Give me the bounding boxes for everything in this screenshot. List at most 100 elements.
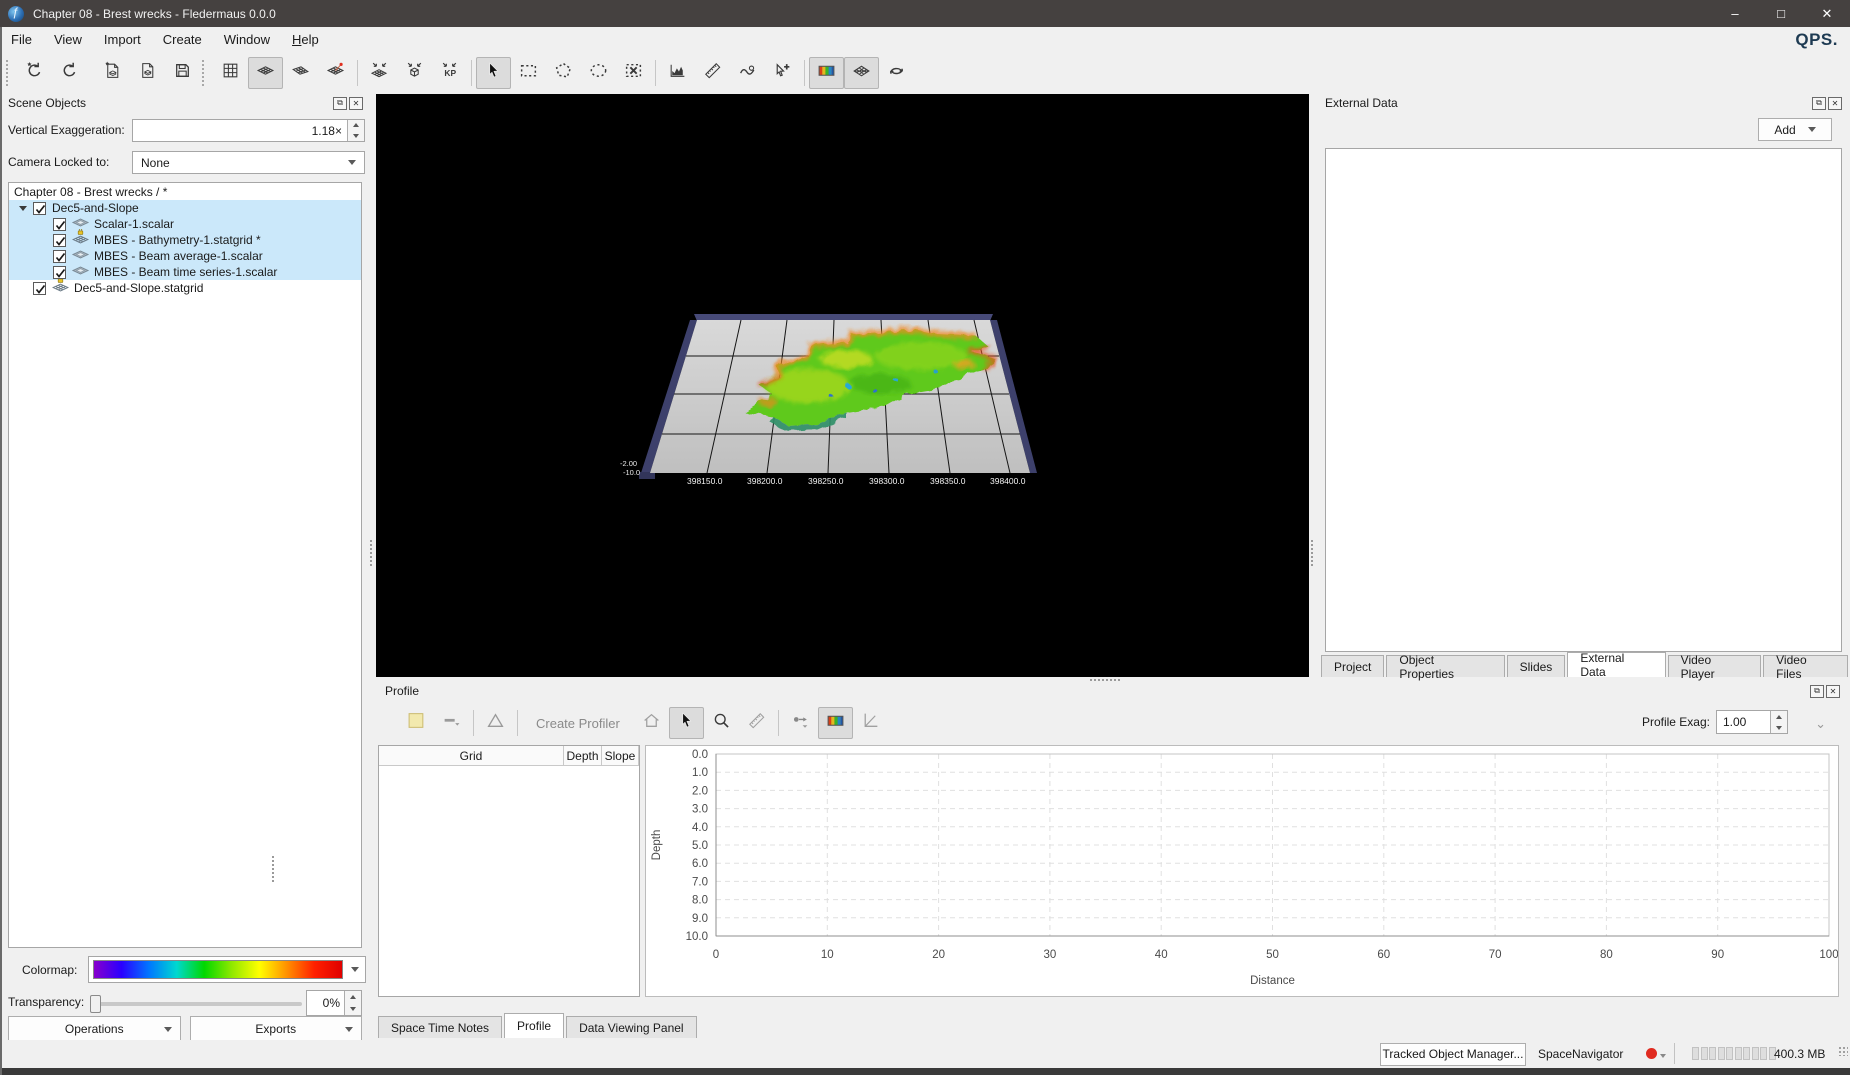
menu-create[interactable]: Create — [152, 29, 213, 50]
tab-object-properties[interactable]: Object Properties — [1386, 655, 1504, 677]
close-panel-icon[interactable]: ✕ — [1826, 685, 1840, 698]
add-button[interactable]: Add — [1758, 118, 1832, 141]
import-object-star-button[interactable] — [95, 57, 130, 89]
close-panel-icon[interactable]: ✕ — [349, 97, 363, 110]
transparency-slider[interactable] — [90, 1002, 302, 1006]
menu-help[interactable]: Help — [281, 29, 330, 50]
profile-measure-button[interactable] — [739, 707, 774, 739]
colormap-button[interactable] — [809, 57, 844, 89]
minimize-button[interactable]: – — [1712, 0, 1758, 27]
expander-icon[interactable] — [19, 206, 27, 211]
vertical-exaggeration-spinner[interactable] — [347, 120, 364, 141]
operations-button[interactable]: Operations — [8, 1016, 181, 1041]
resize-grip[interactable] — [1838, 1046, 1848, 1056]
tab-video-player[interactable]: Video Player — [1668, 655, 1761, 677]
select-rect-button[interactable] — [511, 57, 546, 89]
tab-video-files[interactable]: Video Files — [1763, 655, 1848, 677]
float-panel-icon[interactable]: ⧉ — [1812, 97, 1826, 110]
menu-import[interactable]: Import — [93, 29, 152, 50]
select-polygon-button[interactable] — [546, 57, 581, 89]
visibility-checkbox[interactable] — [53, 234, 66, 247]
new-scene-button[interactable] — [17, 57, 52, 89]
maximize-button[interactable]: □ — [1758, 0, 1804, 27]
menu-file[interactable]: File — [0, 29, 43, 50]
visibility-checkbox[interactable] — [53, 250, 66, 263]
profile-home-button[interactable] — [634, 707, 669, 739]
toolbar-grip[interactable] — [202, 60, 209, 86]
splitter-handle[interactable] — [272, 856, 276, 882]
zoom-extent-cube-button[interactable] — [397, 57, 432, 89]
tab-data-viewing-panel[interactable]: Data Viewing Panel — [566, 1016, 697, 1038]
spacenavigator-status-icon[interactable] — [1646, 1048, 1657, 1059]
flat-grid-button[interactable] — [213, 57, 248, 89]
profile-line-width-button[interactable] — [434, 707, 469, 739]
tree-row-mbes-beam-average-1-scalar[interactable]: MBES - Beam average-1.scalar — [9, 248, 361, 264]
profile-zoom-button[interactable] — [704, 707, 739, 739]
tree-row-dec5-and-slope-statgrid[interactable]: Dec5-and-Slope.statgrid — [9, 280, 361, 296]
profile-exag-spinbox[interactable]: 1.00 — [1716, 710, 1788, 734]
cursor-button[interactable] — [476, 57, 511, 89]
tilted-grid-wire-button[interactable] — [283, 57, 318, 89]
tree-row-mbes-bathymetry-1-statgrid[interactable]: MBES - Bathymetry-1.statgrid * — [9, 232, 361, 248]
tree-row-project[interactable]: Chapter 08 - Brest wrecks / * — [9, 184, 361, 200]
import-object-button[interactable] — [130, 57, 165, 89]
save-button[interactable] — [165, 57, 200, 89]
menu-view[interactable]: View — [43, 29, 93, 50]
zoom-extent-grid-button[interactable] — [362, 57, 397, 89]
turntable-button[interactable] — [879, 57, 914, 89]
measure-button[interactable] — [695, 57, 730, 89]
tilted-grid-point-button[interactable] — [318, 57, 353, 89]
menu-window[interactable]: Window — [213, 29, 281, 50]
external-data-list[interactable] — [1325, 148, 1842, 652]
tree-row-scalar-1-scalar[interactable]: Scalar-1.scalar — [9, 216, 361, 232]
profile-chart[interactable]: 0.01.02.03.04.05.06.07.08.09.010.0010203… — [645, 745, 1839, 997]
3d-viewport[interactable]: 398150.0398200.0398250.0398300.0398350.0… — [376, 94, 1309, 677]
open-scene-button[interactable] — [52, 57, 87, 89]
visibility-checkbox[interactable] — [53, 218, 66, 231]
column-header-slope[interactable]: Slope — [602, 746, 639, 765]
profile-axes-button[interactable] — [853, 707, 888, 739]
profile-swatch-button[interactable] — [399, 707, 434, 739]
tab-slides[interactable]: Slides — [1507, 655, 1566, 677]
visibility-checkbox[interactable] — [53, 266, 66, 279]
select-lasso-button[interactable] — [581, 57, 616, 89]
pick-plus-button[interactable] — [765, 57, 800, 89]
collapse-panel-icon[interactable]: ⌄ — [1815, 716, 1826, 732]
tab-profile[interactable]: Profile — [504, 1013, 564, 1038]
close-button[interactable]: ✕ — [1804, 0, 1850, 27]
clear-selection-button[interactable] — [616, 57, 651, 89]
colormap-combo[interactable] — [88, 956, 366, 983]
column-header-grid[interactable]: Grid — [379, 746, 564, 765]
profile-curve-button[interactable] — [730, 57, 765, 89]
tilted-grid-button[interactable] — [248, 57, 283, 89]
profile-snap-button[interactable] — [783, 707, 818, 739]
shaded-grid-button[interactable] — [844, 57, 879, 89]
tab-project[interactable]: Project — [1321, 655, 1384, 677]
transparency-spinbox[interactable]: 0% — [306, 990, 362, 1016]
exports-button[interactable]: Exports — [190, 1016, 363, 1041]
tree-row-mbes-beam-time-series-1-scalar[interactable]: MBES - Beam time series-1.scalar — [9, 264, 361, 280]
column-header-depth[interactable]: Depth — [564, 746, 602, 765]
close-panel-icon[interactable]: ✕ — [1828, 97, 1842, 110]
float-panel-icon[interactable]: ⧉ — [1810, 685, 1824, 698]
histogram-button[interactable] — [660, 57, 695, 89]
vertical-exaggeration-input[interactable]: 1.18× — [132, 119, 365, 142]
zoom-extent-kp-button[interactable]: KP — [432, 57, 467, 89]
chevron-down-icon[interactable] — [1660, 1054, 1666, 1058]
profile-triangle-button[interactable] — [478, 707, 513, 739]
float-panel-icon[interactable]: ⧉ — [333, 97, 347, 110]
profile-grid-table[interactable]: GridDepthSlope — [378, 745, 640, 997]
tree-row-dec5-and-slope[interactable]: Dec5-and-Slope — [9, 200, 361, 216]
toolbar-grip[interactable] — [6, 60, 13, 86]
splitter-handle[interactable] — [1311, 540, 1315, 566]
profile-colormap-button[interactable] — [818, 707, 853, 739]
tracked-object-manager-button[interactable]: Tracked Object Manager... — [1380, 1043, 1526, 1066]
visibility-checkbox[interactable] — [33, 202, 46, 215]
tab-external-data[interactable]: External Data — [1567, 652, 1665, 677]
transparency-slider-handle[interactable] — [90, 995, 101, 1013]
profile-cursor-button[interactable] — [669, 707, 704, 739]
splitter-handle[interactable] — [370, 540, 374, 566]
visibility-checkbox[interactable] — [33, 282, 46, 295]
splitter-handle[interactable] — [1090, 679, 1120, 683]
camera-locked-combo[interactable]: None — [132, 151, 365, 174]
